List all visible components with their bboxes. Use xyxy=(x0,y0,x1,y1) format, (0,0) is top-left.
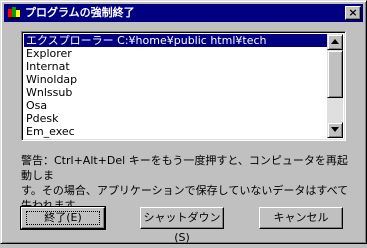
close-button[interactable]: × xyxy=(345,6,361,20)
program-list-item[interactable]: Pdesk xyxy=(24,112,329,125)
program-list-item[interactable]: Systray xyxy=(24,138,329,140)
focus-indicator xyxy=(26,211,100,225)
scroll-up-button[interactable] xyxy=(327,34,343,50)
program-list-items: エクスプローラー C:¥home¥public html¥tech Explore… xyxy=(24,34,329,140)
program-list-item[interactable]: Internat xyxy=(24,60,329,73)
program-list-item[interactable]: エクスプローラー C:¥home¥public html¥tech xyxy=(24,34,329,47)
end-task-button[interactable]: 終了(E) xyxy=(20,206,106,230)
window-title: プログラムの強制終了 xyxy=(25,6,135,19)
program-list-item[interactable]: Explorer xyxy=(24,47,329,60)
arrow-down-icon xyxy=(331,127,339,132)
program-list-item[interactable]: Winoldap xyxy=(24,73,329,86)
program-list-item[interactable]: Wnlssub xyxy=(24,86,329,99)
scroll-thumb[interactable] xyxy=(327,50,343,98)
shutdown-button[interactable]: シャットダウン(S) xyxy=(140,207,224,244)
program-list-item[interactable]: Osa xyxy=(24,99,329,112)
scroll-down-button[interactable] xyxy=(327,122,343,138)
close-icon: × xyxy=(348,6,358,19)
program-icon xyxy=(8,7,20,19)
cancel-label: キャンセル xyxy=(273,211,329,224)
vertical-scrollbar[interactable] xyxy=(327,34,343,138)
title-bar[interactable]: プログラムの強制終了 × xyxy=(4,4,363,22)
program-list-item[interactable]: Em_exec xyxy=(24,125,329,138)
shutdown-label: シャットダウン(S) xyxy=(143,211,221,244)
cancel-button[interactable]: キャンセル xyxy=(259,207,343,229)
warning-line-1: 警告：Ctrl+Alt+Del キーをもう一度押すと、コンピュータを再起動しま xyxy=(21,154,348,182)
close-program-dialog: プログラムの強制終了 × エクスプローラー C:¥home¥public htm… xyxy=(0,0,367,244)
program-list[interactable]: エクスプローラー C:¥home¥public html¥tech Explore… xyxy=(21,31,346,141)
warning-message: 警告：Ctrl+Alt+Del キーをもう一度押すと、コンピュータを再起動しま … xyxy=(21,153,351,213)
arrow-up-icon xyxy=(331,39,339,44)
